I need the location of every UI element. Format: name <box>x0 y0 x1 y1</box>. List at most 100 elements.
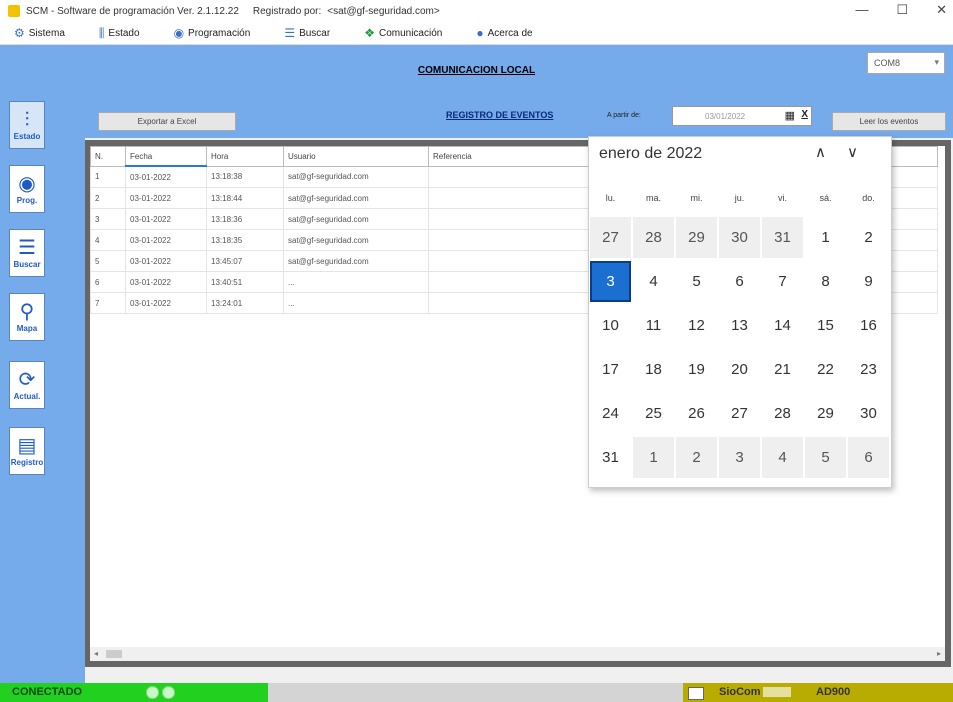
previous-month-icon[interactable]: ∧ <box>815 143 826 161</box>
rx-led-icon <box>162 686 175 699</box>
weekday-label: sá. <box>819 193 832 203</box>
calendar-day[interactable]: 28 <box>633 217 674 258</box>
cell-usuario: sat@gf-seguridad.com <box>283 187 429 209</box>
scroll-thumb[interactable] <box>106 650 122 658</box>
calendar-day[interactable]: 14 <box>762 305 803 346</box>
calendar-day[interactable]: 1 <box>805 217 846 258</box>
sidebar-item-actual[interactable]: ⟳ Actual. <box>9 361 45 409</box>
registered-label: Registrado por: <box>252 5 322 17</box>
calendar-day[interactable]: 6 <box>719 261 760 302</box>
calendar-day[interactable]: 4 <box>633 261 674 302</box>
calendar-day[interactable]: 24 <box>590 393 631 434</box>
scroll-left-icon[interactable]: ◂ <box>94 649 98 658</box>
close-icon[interactable]: ✕ <box>936 2 947 18</box>
sidebar-item-mapa[interactable]: ⚲ Mapa <box>9 293 45 341</box>
calendar-day[interactable]: 19 <box>676 349 717 390</box>
calendar-day[interactable]: 5 <box>676 261 717 302</box>
page-title: COMUNICACION LOCAL <box>417 65 536 76</box>
column-header-fecha[interactable]: Fecha <box>125 146 207 167</box>
cell-fecha: 03-01-2022 <box>125 250 207 272</box>
calendar-day[interactable]: 23 <box>848 349 889 390</box>
calendar-day[interactable]: 28 <box>762 393 803 434</box>
from-date-label: A partir de: <box>607 112 641 119</box>
calendar-day[interactable]: 10 <box>590 305 631 346</box>
calendar-day[interactable]: 27 <box>590 217 631 258</box>
calendar-icon[interactable]: ▦ <box>785 109 795 122</box>
weekday-label: ma. <box>645 193 661 203</box>
port-select[interactable]: COM8 ▾ <box>867 52 945 74</box>
read-events-button[interactable]: Leer los eventos <box>832 112 946 131</box>
cell-n: 4 <box>90 229 126 251</box>
app-icon <box>8 5 20 17</box>
column-header-usuario[interactable]: Usuario <box>283 146 429 167</box>
weekday-label: lu. <box>605 193 616 203</box>
calendar-day[interactable]: 12 <box>676 305 717 346</box>
sidebar-item-buscar[interactable]: ☰ Buscar <box>9 229 45 277</box>
maximize-icon[interactable]: ☐ <box>896 2 908 18</box>
globe-icon: ◉ <box>173 26 185 40</box>
menu-label: Acerca de <box>487 27 533 39</box>
app-title: SCM - Software de programación Ver. 2.1.… <box>26 5 239 17</box>
calendar-month-title[interactable]: enero de 2022 <box>599 145 702 163</box>
calendar-day[interactable]: 1 <box>633 437 674 478</box>
export-excel-button[interactable]: Exportar a Excel <box>98 112 236 131</box>
calendar-day-selected[interactable]: 3 <box>590 261 631 302</box>
menu-sistema[interactable]: ⚙ Sistema <box>8 26 71 40</box>
sidebar-item-prog[interactable]: ◉ Prog. <box>9 165 45 213</box>
calendar-day[interactable]: 16 <box>848 305 889 346</box>
cell-fecha: 03-01-2022 <box>125 165 207 188</box>
calendar-day[interactable]: 4 <box>762 437 803 478</box>
calendar-day[interactable]: 30 <box>719 217 760 258</box>
calendar-day[interactable]: 31 <box>590 437 631 478</box>
calendar-day[interactable]: 8 <box>805 261 846 302</box>
cell-usuario: sat@gf-seguridad.com <box>283 208 429 230</box>
scroll-right-icon[interactable]: ▸ <box>937 649 941 658</box>
cell-hora: 13:18:36 <box>206 208 284 230</box>
bars-icon: ⫼ <box>98 25 105 40</box>
calendar-day[interactable]: 29 <box>805 393 846 434</box>
calendar-day[interactable]: 17 <box>590 349 631 390</box>
calendar-day[interactable]: 7 <box>762 261 803 302</box>
calendar-day[interactable]: 5 <box>805 437 846 478</box>
calendar-day[interactable]: 20 <box>719 349 760 390</box>
calendar-day[interactable]: 21 <box>762 349 803 390</box>
calendar-day[interactable]: 29 <box>676 217 717 258</box>
calendar-day[interactable]: 26 <box>676 393 717 434</box>
column-header-n[interactable]: N. <box>90 146 126 167</box>
menu-acerca-de[interactable]: ● Acerca de <box>470 26 538 40</box>
sidebar-item-registro[interactable]: ▤ Registro <box>9 427 45 475</box>
calendar-day[interactable]: 30 <box>848 393 889 434</box>
calendar-day[interactable]: 25 <box>633 393 674 434</box>
map-pin-icon: ⚲ <box>19 301 35 323</box>
column-header-hora[interactable]: Hora <box>206 146 284 167</box>
menu-estado[interactable]: ⫼ Estado <box>93 26 146 41</box>
sidebar-item-label: Actual. <box>13 392 41 401</box>
window-titlebar: SCM - Software de programación Ver. 2.1.… <box>0 0 953 22</box>
menu-programacion[interactable]: ◉ Programación <box>168 26 257 40</box>
calendar-day[interactable]: 3 <box>719 437 760 478</box>
next-month-icon[interactable]: ∨ <box>847 143 858 161</box>
calendar-day[interactable]: 31 <box>762 217 803 258</box>
connection-status: CONECTADO <box>0 683 268 702</box>
cell-n: 5 <box>90 250 126 272</box>
calendar-day[interactable]: 18 <box>633 349 674 390</box>
calendar-day[interactable]: 13 <box>719 305 760 346</box>
calendar-day[interactable]: 2 <box>676 437 717 478</box>
sidebar-item-label: Mapa <box>16 324 38 333</box>
minimize-icon[interactable]: — <box>855 2 868 18</box>
horizontal-scrollbar[interactable]: ◂ ▸ <box>90 647 945 661</box>
sliders-icon: ⫶ <box>24 109 30 131</box>
date-picker-field[interactable]: 03/01/2022 ▦ X <box>672 106 812 126</box>
menu-comunicacion[interactable]: ❖ Comunicación <box>358 26 448 40</box>
calendar-day[interactable]: 11 <box>633 305 674 346</box>
calendar-day[interactable]: 6 <box>848 437 889 478</box>
calendar-day[interactable]: 9 <box>848 261 889 302</box>
calendar-day[interactable]: 22 <box>805 349 846 390</box>
calendar-day[interactable]: 15 <box>805 305 846 346</box>
calendar-day[interactable]: 2 <box>848 217 889 258</box>
sidebar-item-estado[interactable]: ⫶ Estado <box>9 101 45 149</box>
status-bar: CONECTADO SioCom AD900 <box>0 683 953 702</box>
calendar-day[interactable]: 27 <box>719 393 760 434</box>
menu-buscar[interactable]: ☰ Buscar <box>278 26 336 40</box>
clear-date-icon[interactable]: X <box>801 109 808 120</box>
